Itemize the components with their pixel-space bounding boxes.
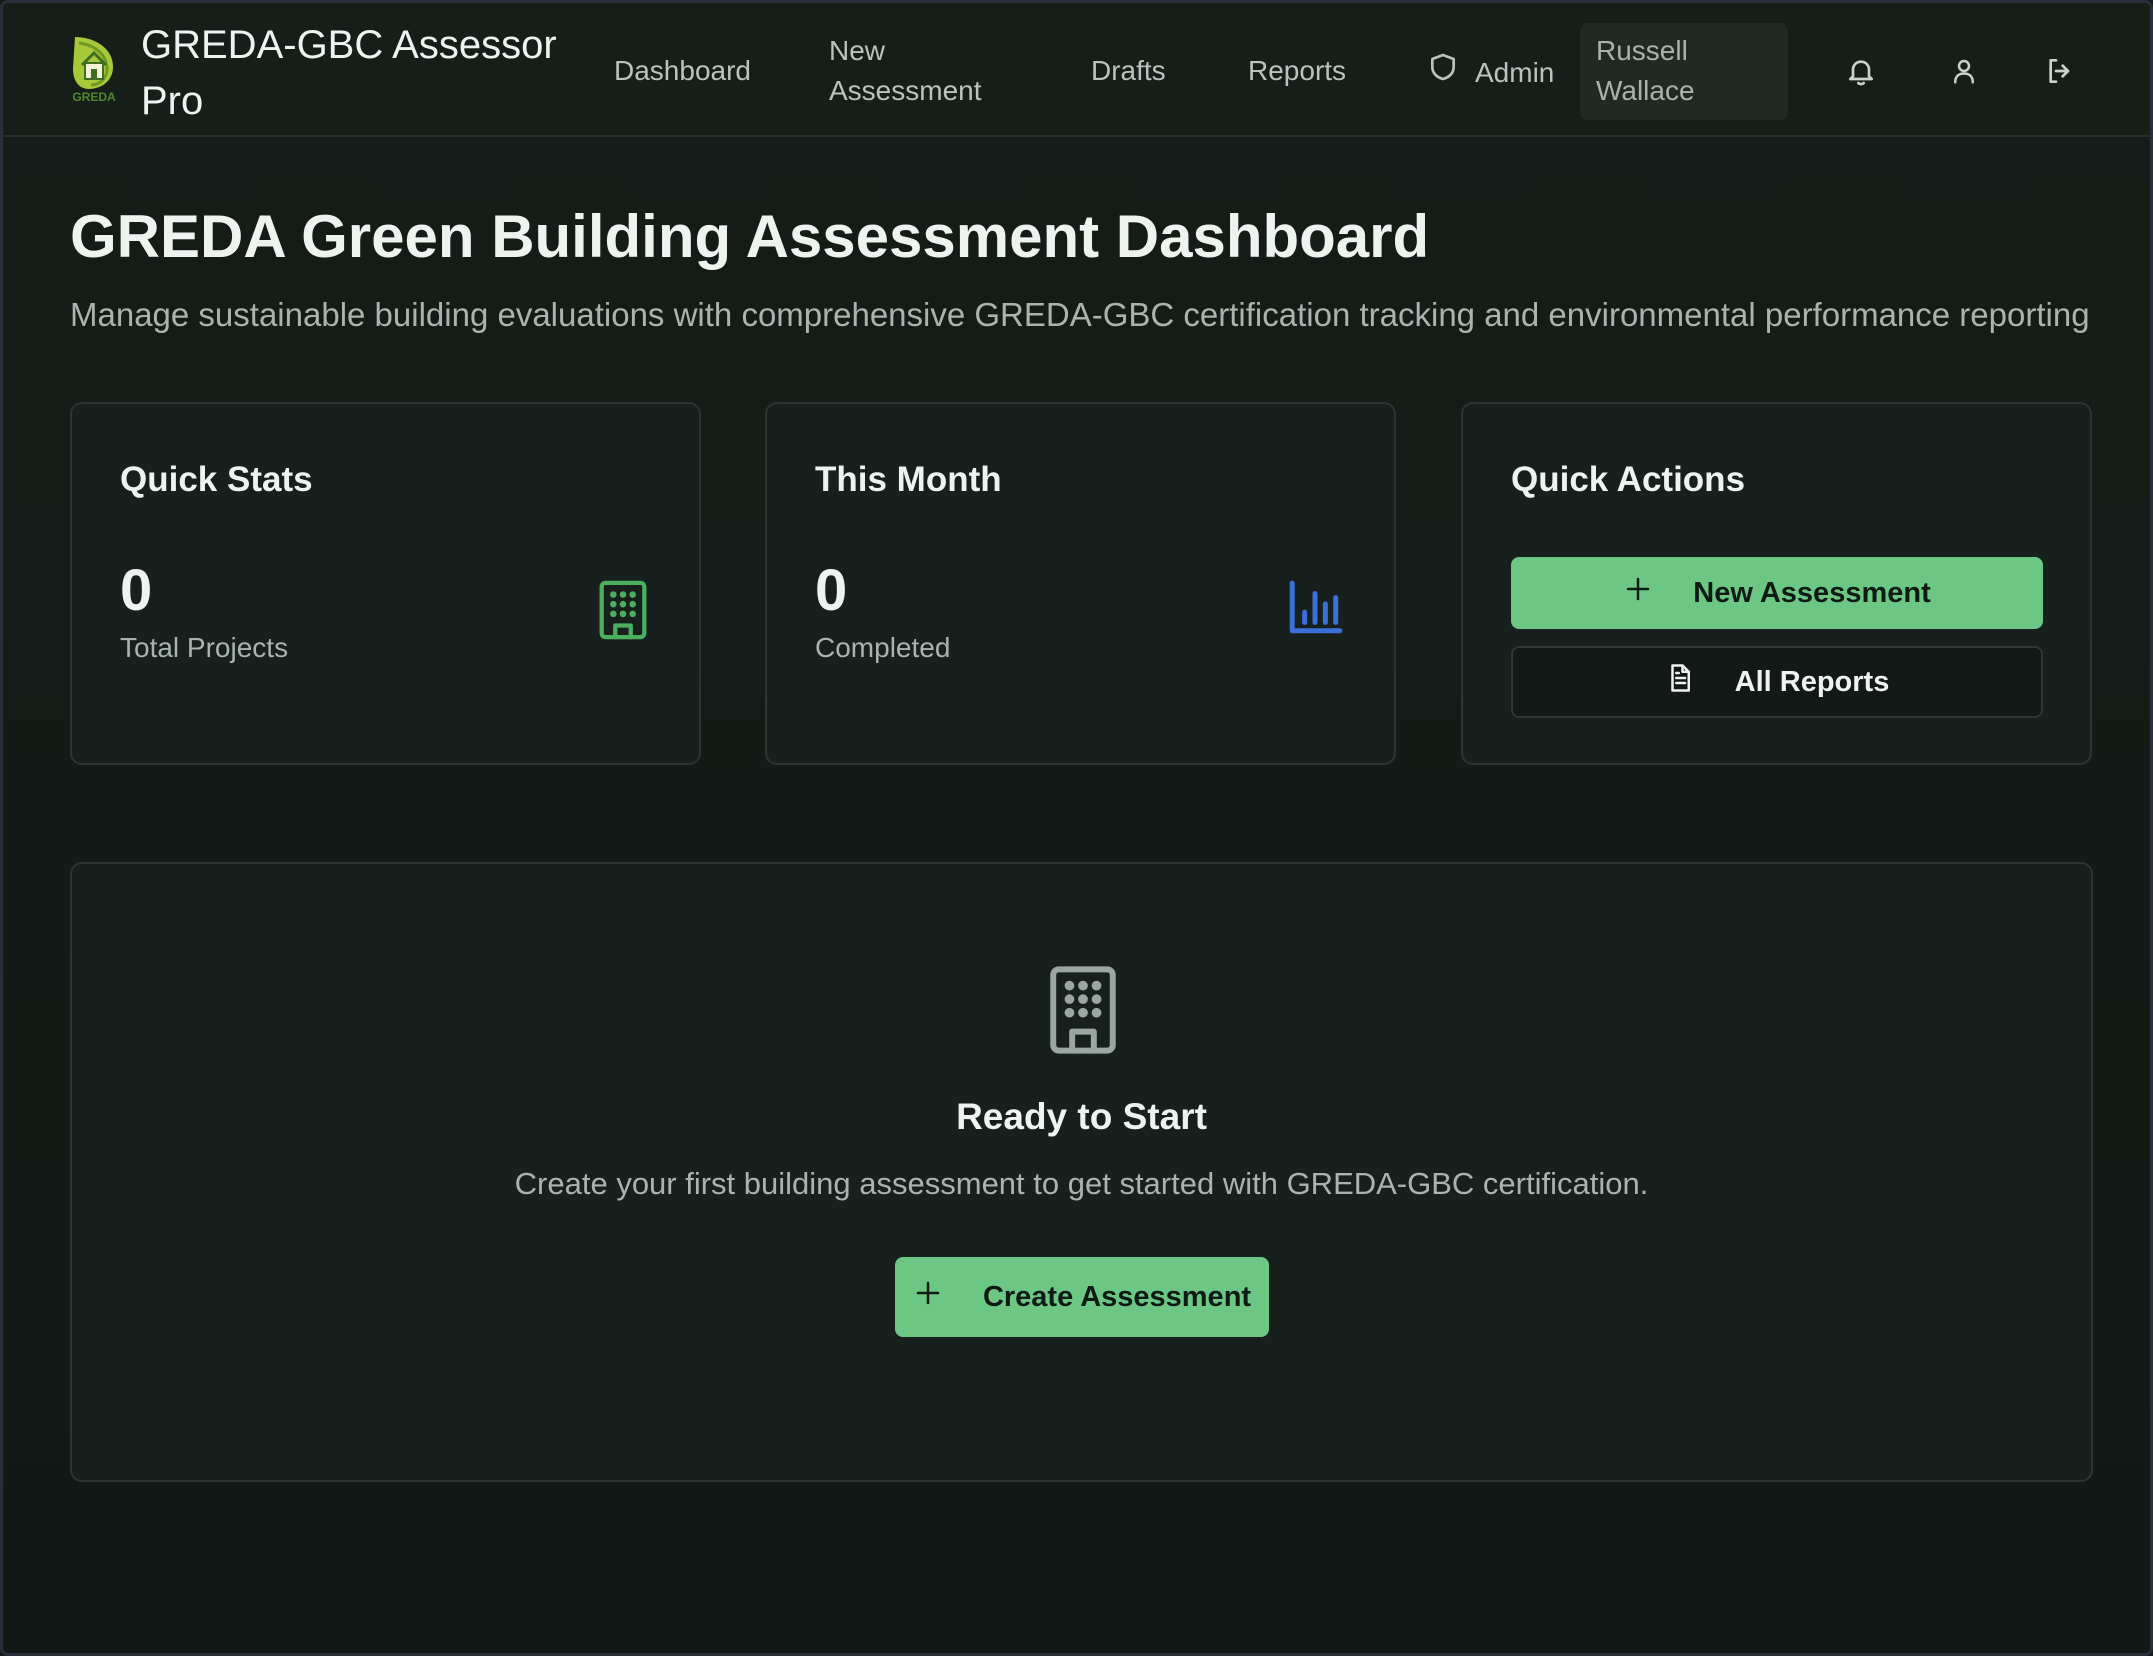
new-assessment-button[interactable]: New Assessment <box>1511 557 2043 629</box>
shield-icon <box>1427 51 1459 94</box>
create-assessment-button[interactable]: Create Assessment <box>895 1257 1269 1337</box>
empty-state-panel: Ready to Start Create your first buildin… <box>70 862 2093 1482</box>
app-title: GREDA-GBC Assessor Pro <box>141 23 557 123</box>
logout-icon[interactable] <box>2040 51 2080 91</box>
nav-reports[interactable]: Reports <box>1248 51 1346 91</box>
bell-icon[interactable] <box>1841 51 1881 91</box>
total-projects-value: 0 <box>120 558 153 623</box>
card-title: Quick Stats <box>120 460 313 499</box>
nav-drafts[interactable]: Drafts <box>1091 51 1166 91</box>
all-reports-button[interactable]: All Reports <box>1511 646 2043 718</box>
nav-new-assessment[interactable]: New Assessment <box>829 31 1019 111</box>
user-name-badge[interactable]: Russell Wallace <box>1580 23 1788 120</box>
new-assessment-label: New Assessment <box>1693 576 1931 609</box>
page-title: GREDA Green Building Assessment Dashboar… <box>70 203 1430 270</box>
bar-chart-icon <box>1286 579 1343 641</box>
quick-actions-card: Quick Actions New Assessment All Reports <box>1461 402 2092 765</box>
create-assessment-label: Create Assessment <box>982 1280 1252 1313</box>
empty-state-title: Ready to Start <box>956 1096 1207 1137</box>
plus-icon <box>1623 574 1653 612</box>
building-icon <box>1045 964 1121 1056</box>
plus-icon <box>913 1278 943 1316</box>
document-icon <box>1665 663 1695 701</box>
logo-text: GREDA <box>72 90 116 104</box>
page-subtitle: Manage sustainable building evaluations … <box>70 296 2090 333</box>
building-icon <box>595 579 651 641</box>
top-navbar: GREDA GREDA-GBC Assessor Pro Dashboard N… <box>3 3 2150 137</box>
total-projects-label: Total Projects <box>120 632 289 663</box>
empty-state-text: Create your first building assessment to… <box>514 1166 1649 1201</box>
completed-value: 0 <box>815 558 848 623</box>
this-month-card: This Month 0 Completed <box>765 402 1396 765</box>
app-window: GREDA GREDA-GBC Assessor Pro Dashboard N… <box>0 0 2153 1656</box>
all-reports-label: All Reports <box>1734 665 1890 698</box>
card-title: This Month <box>815 460 1002 499</box>
nav-dashboard[interactable]: Dashboard <box>614 51 751 91</box>
nav-admin-label: Admin <box>1475 56 1555 88</box>
nav-admin[interactable]: Admin <box>1427 51 1554 94</box>
user-icon[interactable] <box>1944 51 1984 91</box>
greda-logo[interactable]: GREDA <box>65 33 123 105</box>
quick-stats-card: Quick Stats 0 Total Projects <box>70 402 701 765</box>
card-title: Quick Actions <box>1511 460 1746 499</box>
completed-label: Completed <box>815 632 951 663</box>
